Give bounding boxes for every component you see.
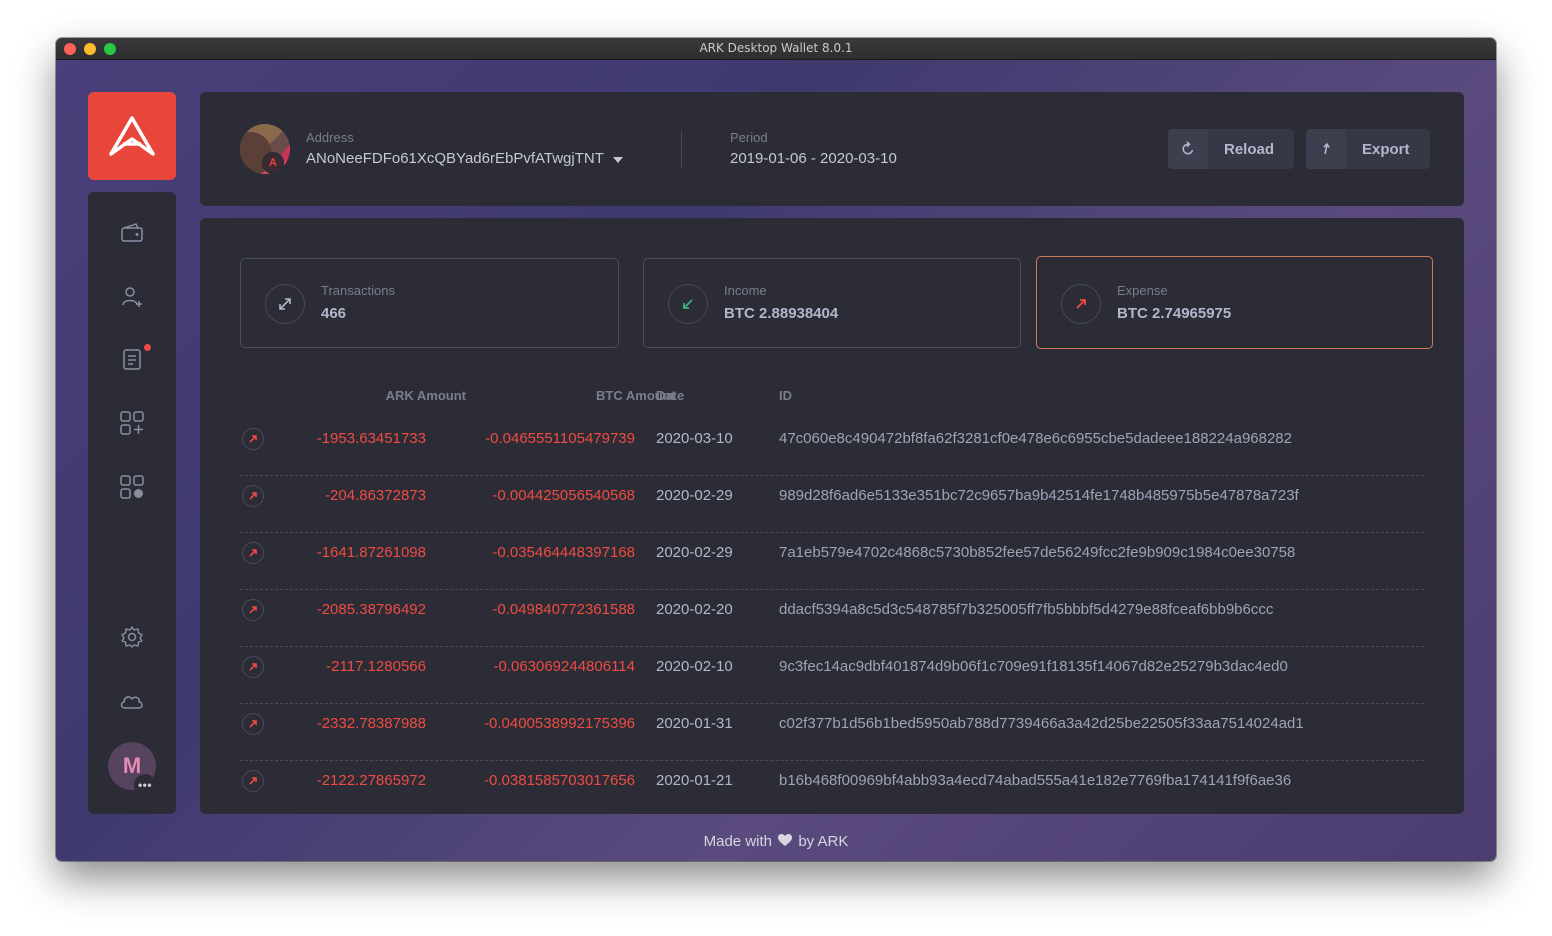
notification-dot xyxy=(144,344,151,351)
ark-amount: -2117.1280566 xyxy=(326,658,426,675)
transfer-icon xyxy=(265,284,305,324)
ark-logo[interactable] xyxy=(88,92,176,180)
column-ark-amount[interactable]: ARK Amount xyxy=(386,388,466,403)
app-window: ARK Desktop Wallet 8.0.1 M ••• A Address… xyxy=(56,38,1496,861)
table-header: ARK Amount BTC Amount Date ID xyxy=(240,388,1424,408)
window-title: ARK Desktop Wallet 8.0.1 xyxy=(699,41,853,55)
chevron-down-icon xyxy=(612,156,623,163)
address-value: ANoNeeFDFo61XcQBYad6rEbPvfATwgjTNT xyxy=(306,150,604,167)
plugins-icon[interactable] xyxy=(117,472,147,502)
btc-amount: -0.0400538992175396 xyxy=(484,715,635,732)
ark-logo-icon xyxy=(109,116,155,156)
btc-amount: -0.049840772361588 xyxy=(492,601,635,618)
stat-income: Income BTC 2.88938404 xyxy=(643,258,1021,348)
expense-arrow-icon xyxy=(242,656,264,678)
table-row[interactable]: -2085.38796492 -0.049840772361588 2020-0… xyxy=(240,590,1424,647)
table-row[interactable]: -1641.87261098 -0.035464448397168 2020-0… xyxy=(240,533,1424,590)
period-value[interactable]: 2019-01-06 - 2020-03-10 xyxy=(730,150,897,167)
stat-transactions-value: 466 xyxy=(321,305,347,322)
stat-income-label: Income xyxy=(724,283,767,298)
expense-arrow-icon xyxy=(242,770,264,792)
ark-amount: -1641.87261098 xyxy=(316,544,426,561)
column-date[interactable]: Date xyxy=(656,388,684,403)
cloud-icon[interactable] xyxy=(117,686,147,716)
tx-id[interactable]: c02f377b1d56b1bed5950ab788d7739466a3a42d… xyxy=(779,715,1304,732)
expense-arrow-icon xyxy=(242,428,264,450)
header-panel: A Address ANoNeeFDFo61XcQBYad6rEbPvfATwg… xyxy=(200,92,1464,206)
ark-amount: -1953.63451733 xyxy=(316,430,426,447)
tx-date: 2020-03-10 xyxy=(656,430,733,447)
table-row[interactable]: -1953.63451733 -0.0465551105479739 2020-… xyxy=(240,419,1424,476)
transactions-panel: Transactions 466 Income BTC 2.88938404 E… xyxy=(200,218,1464,814)
btc-amount: -0.0381585703017656 xyxy=(484,772,635,789)
btc-amount: -0.063069244806114 xyxy=(493,658,635,675)
ark-amount: -2085.38796492 xyxy=(316,601,426,618)
ark-network-badge: A xyxy=(262,152,284,174)
stat-expense-value: BTC 2.74965975 xyxy=(1117,305,1232,322)
stat-expense-label: Expense xyxy=(1117,283,1168,298)
table-row[interactable]: -2122.27865972 -0.0381585703017656 2020-… xyxy=(240,761,1424,814)
tx-id[interactable]: ddacf5394a8c5d3c548785f7b325005ff7fb5bbb… xyxy=(779,601,1273,618)
btc-amount: -0.035464448397168 xyxy=(492,544,635,561)
tx-id[interactable]: b16b468f00969bf4abb93a4ecd74abad555a41e1… xyxy=(779,772,1291,789)
announcements-icon[interactable] xyxy=(117,344,151,374)
export-label: Export xyxy=(1362,140,1410,158)
tx-id[interactable]: 989d28f6ad6e5133e351bc72c9657ba9b42514fe… xyxy=(779,487,1299,504)
table-row[interactable]: -2117.1280566 -0.063069244806114 2020-02… xyxy=(240,647,1424,704)
tx-date: 2020-02-10 xyxy=(656,658,733,675)
stat-transactions: Transactions 466 xyxy=(240,258,619,348)
reload-icon xyxy=(1168,129,1208,169)
expense-arrow-icon xyxy=(1061,284,1101,324)
footer-prefix: Made with xyxy=(703,833,772,850)
expense-arrow-icon xyxy=(242,713,264,735)
export-icon xyxy=(1306,129,1346,169)
settings-icon[interactable] xyxy=(117,622,147,652)
stat-expense[interactable]: Expense BTC 2.74965975 xyxy=(1036,256,1433,349)
address-selector[interactable]: ANoNeeFDFo61XcQBYad6rEbPvfATwgjTNT xyxy=(306,150,623,167)
column-id[interactable]: ID xyxy=(779,388,792,403)
divider xyxy=(681,130,682,168)
title-bar: ARK Desktop Wallet 8.0.1 xyxy=(56,38,1496,60)
wallet-icon[interactable] xyxy=(117,218,147,248)
income-arrow-icon xyxy=(668,284,708,324)
tx-date: 2020-02-29 xyxy=(656,487,733,504)
period-label: Period xyxy=(730,130,768,145)
footer-suffix: by ARK xyxy=(798,833,849,850)
ark-amount: -2332.78387988 xyxy=(316,715,426,732)
ark-amount: -2122.27865972 xyxy=(316,772,426,789)
stat-transactions-label: Transactions xyxy=(321,283,395,298)
expense-arrow-icon xyxy=(242,542,264,564)
btc-amount: -0.0465551105479739 xyxy=(485,430,635,447)
address-label: Address xyxy=(306,130,354,145)
heart-icon xyxy=(778,834,793,846)
footer: Made with by ARK xyxy=(56,833,1496,850)
reload-button[interactable]: Reload xyxy=(1168,129,1295,169)
add-plugin-icon[interactable] xyxy=(117,408,147,438)
tx-id[interactable]: 47c060e8c490472bf8fa62f3281cf0e478e6c695… xyxy=(779,430,1292,447)
reload-label: Reload xyxy=(1224,140,1275,158)
tx-date: 2020-02-29 xyxy=(656,544,733,561)
export-button[interactable]: Export xyxy=(1306,129,1430,169)
tx-date: 2020-02-20 xyxy=(656,601,733,618)
expense-arrow-icon xyxy=(242,485,264,507)
btc-amount: -0.004425056540568 xyxy=(492,487,635,504)
table-row[interactable]: -204.86372873 -0.004425056540568 2020-02… xyxy=(240,476,1424,533)
tx-id[interactable]: 7a1eb579e4702c4868c5730b852fee57de56249f… xyxy=(779,544,1295,561)
sidebar: M ••• xyxy=(88,192,176,814)
stat-income-value: BTC 2.88938404 xyxy=(724,305,839,322)
tx-date: 2020-01-21 xyxy=(656,772,733,789)
table-row[interactable]: -2332.78387988 -0.0400538992175396 2020-… xyxy=(240,704,1424,761)
expense-arrow-icon xyxy=(242,599,264,621)
profile-more-icon[interactable]: ••• xyxy=(134,774,156,796)
tx-id[interactable]: 9c3fec14ac9dbf401874d9b06f1c709e91f18135… xyxy=(779,658,1288,675)
add-contact-icon[interactable] xyxy=(117,282,147,312)
ark-amount: -204.86372873 xyxy=(325,487,426,504)
tx-date: 2020-01-31 xyxy=(656,715,733,732)
